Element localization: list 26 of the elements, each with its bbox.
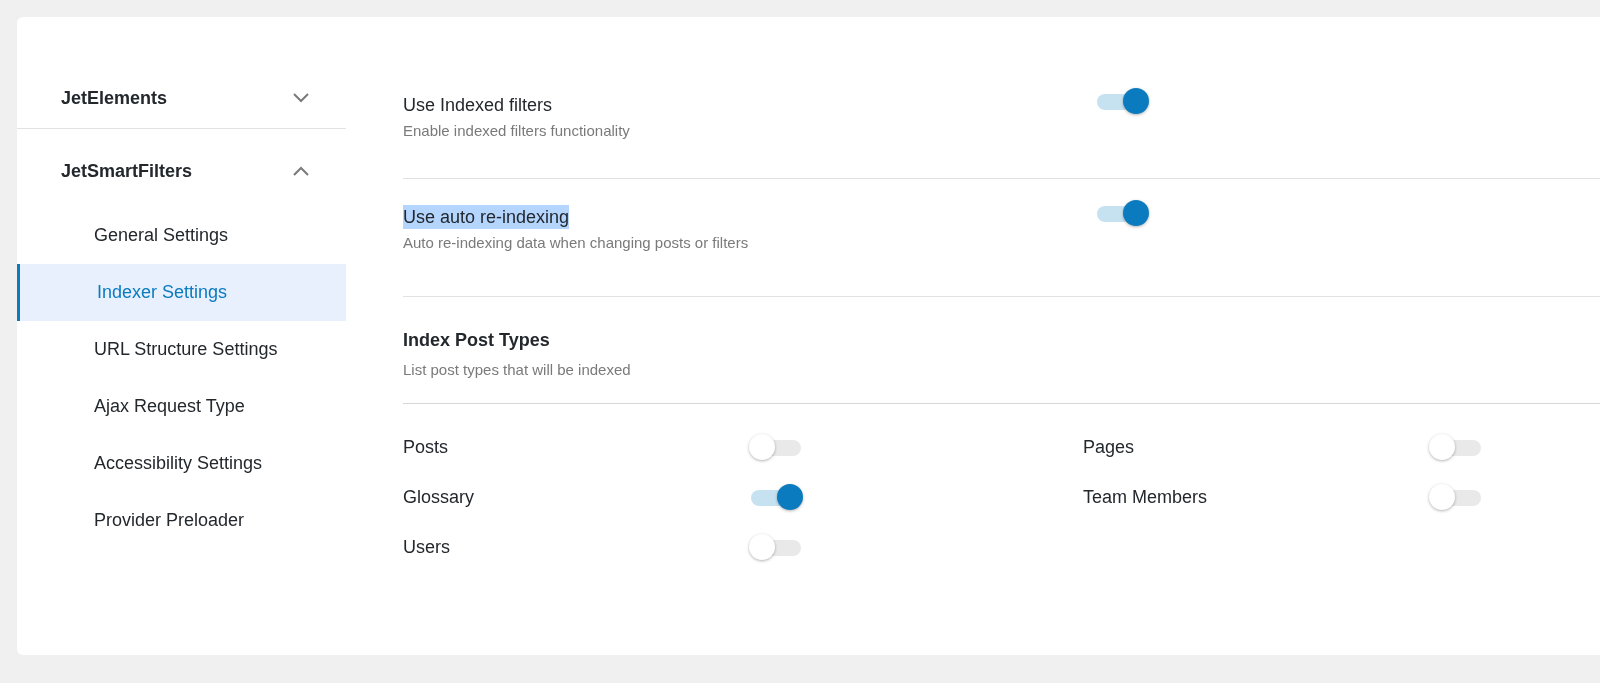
toggle-switch[interactable] — [749, 433, 803, 461]
setting-description: Auto re-indexing data when changing posts or filters — [403, 233, 750, 253]
sidebar-item[interactable]: Provider Preloader — [17, 492, 346, 549]
toggle-switch[interactable] — [1095, 87, 1149, 115]
setting-title: Use Indexed filters — [403, 94, 553, 117]
setting-title: Use auto re-indexing — [403, 205, 570, 229]
toggle-switch[interactable] — [1429, 433, 1483, 461]
sidebar-item[interactable]: General Settings — [17, 207, 346, 264]
toggle-switch[interactable] — [1429, 483, 1483, 511]
post-type-label: Users — [403, 535, 451, 559]
post-type-label: Posts — [403, 435, 450, 459]
toggle-switch[interactable] — [749, 533, 803, 561]
sidebar-group-header[interactable]: JetElements — [17, 70, 346, 126]
section-title: Index Post Types — [403, 329, 551, 352]
sidebar-item[interactable]: URL Structure Settings — [17, 321, 346, 378]
section-description: List post types that will be indexed — [403, 360, 632, 380]
post-type-label: Pages — [1083, 435, 1136, 459]
post-type-label: Glossary — [403, 485, 475, 509]
post-type-label: Team Members — [1083, 485, 1209, 509]
sidebar-item[interactable]: Accessibility Settings — [17, 435, 346, 492]
toggle-switch[interactable] — [1095, 199, 1149, 227]
sidebar-item[interactable]: Ajax Request Type — [17, 378, 346, 435]
setting-description: Enable indexed filters functionality — [403, 121, 631, 141]
sidebar-item[interactable]: Indexer Settings — [17, 264, 346, 321]
toggle-switch[interactable] — [749, 483, 803, 511]
sidebar-group-header[interactable]: JetSmartFilters — [17, 143, 346, 199]
